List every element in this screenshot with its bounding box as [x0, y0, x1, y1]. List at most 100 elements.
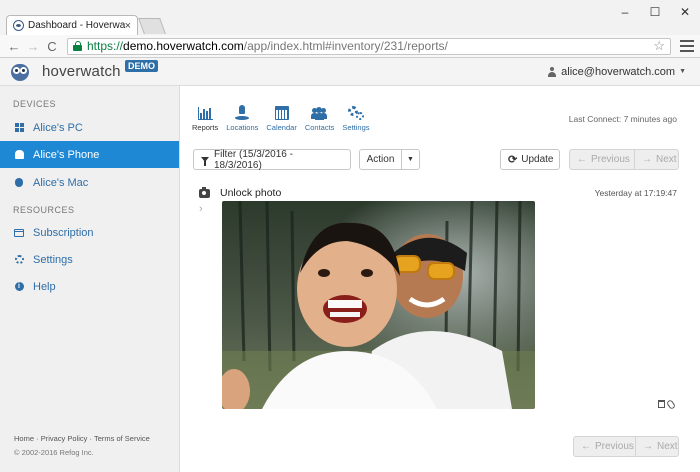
- action-dropdown[interactable]: Action ▼: [359, 149, 420, 170]
- feature-locations[interactable]: Locations: [226, 102, 258, 132]
- arrow-left-icon: ←: [581, 441, 591, 452]
- maximize-button[interactable]: ☐: [640, 3, 670, 21]
- calendar-icon: [272, 102, 292, 120]
- sidebar: DEVICES Alice's PC Alice's Phone Alice's…: [0, 86, 180, 472]
- filter-icon: [201, 157, 209, 166]
- demo-badge: DEMO: [125, 60, 158, 72]
- previous-button[interactable]: ← Previous: [569, 149, 635, 170]
- browser-menu-icon[interactable]: [680, 40, 694, 52]
- forward-button[interactable]: →: [25, 38, 41, 54]
- sidebar-item-label: Alice's Mac: [33, 176, 89, 189]
- chevron-down-icon[interactable]: ▼: [402, 150, 419, 169]
- sidebar-item-label: Alice's PC: [33, 121, 83, 134]
- next-label: Next: [657, 441, 678, 452]
- lock-icon: [73, 41, 82, 51]
- feature-settings[interactable]: Settings: [342, 102, 370, 132]
- sidebar-item-subscription[interactable]: Subscription: [0, 219, 179, 246]
- feature-toolbar: Reports Locations Calendar Contacts Sett…: [192, 102, 378, 132]
- chevron-down-icon: ▼: [679, 68, 686, 75]
- last-connect: Last Connect: 7 minutes ago: [568, 114, 677, 124]
- sidebar-item-label: Subscription: [33, 226, 94, 239]
- next-button[interactable]: → Next: [634, 149, 679, 170]
- location-icon: [232, 102, 252, 120]
- entry-title: Unlock photo: [220, 187, 282, 199]
- feature-label: Reports: [192, 123, 219, 132]
- close-window-button[interactable]: ✕: [670, 3, 700, 21]
- action-label: Action: [360, 150, 402, 169]
- arrow-right-icon: →: [642, 154, 652, 165]
- camera-icon: [199, 186, 210, 198]
- filter-label: Filter (15/3/2016 - 18/3/2016): [214, 148, 293, 171]
- update-button[interactable]: ⟳ Update: [500, 149, 560, 170]
- main-content: Reports Locations Calendar Contacts Sett…: [180, 86, 700, 472]
- info-icon: i: [14, 282, 24, 292]
- filter-button[interactable]: Filter (15/3/2016 - 18/3/2016): [193, 148, 351, 171]
- feature-label: Contacts: [304, 123, 335, 132]
- entry-header: Unlock photo Yesterday at 17:19:47: [199, 186, 677, 200]
- url-host: demo.hoverwatch.com: [123, 39, 244, 53]
- browser-tab[interactable]: Dashboard - Hoverwatch ×: [6, 15, 138, 35]
- sidebar-item-alices-phone[interactable]: Alice's Phone: [0, 141, 179, 168]
- brand-name[interactable]: hoverwatch: [42, 63, 121, 80]
- gear-icon: [14, 255, 24, 265]
- devices-heading: DEVICES: [13, 99, 57, 109]
- feature-label: Settings: [342, 123, 370, 132]
- sidebar-item-help[interactable]: i Help: [0, 273, 179, 300]
- windows-icon: [14, 123, 24, 133]
- sidebar-item-alices-mac[interactable]: Alice's Mac: [0, 169, 179, 196]
- settings-icon: [346, 102, 366, 120]
- tab-close-icon[interactable]: ×: [125, 20, 131, 32]
- bookmark-star-icon[interactable]: ☆: [653, 38, 665, 54]
- refresh-icon: ⟳: [508, 154, 518, 166]
- resources-heading: RESOURCES: [13, 205, 75, 215]
- owl-logo-icon: [10, 62, 30, 82]
- bottom-previous-button[interactable]: ← Previous: [573, 436, 636, 457]
- sidebar-footer: Home · Privacy Policy · Terms of Service…: [14, 434, 150, 457]
- footer-terms-link[interactable]: Terms of Service: [94, 434, 150, 443]
- entry-tools: [658, 399, 677, 410]
- window-controls: – ☐ ✕: [610, 3, 700, 21]
- back-button[interactable]: ←: [6, 38, 22, 54]
- feature-label: Calendar: [266, 123, 297, 132]
- sidebar-item-label: Alice's Phone: [33, 148, 100, 161]
- owl-favicon-icon: [13, 20, 24, 31]
- paperclip-icon[interactable]: [665, 399, 677, 410]
- bottom-next-button[interactable]: → Next: [635, 436, 679, 457]
- footer-home-link[interactable]: Home: [14, 434, 34, 443]
- previous-label: Previous: [591, 154, 630, 165]
- feature-calendar[interactable]: Calendar: [266, 102, 297, 132]
- feature-label: Locations: [226, 123, 259, 132]
- unlock-photo[interactable]: [222, 201, 535, 409]
- feature-contacts[interactable]: Contacts: [304, 102, 335, 132]
- sidebar-item-label: Settings: [33, 253, 73, 266]
- url-scheme: https://: [87, 39, 124, 53]
- update-label: Update: [521, 154, 554, 165]
- user-menu[interactable]: alice@hoverwatch.com ▼: [547, 66, 686, 78]
- expand-chevron-icon[interactable]: ›: [199, 203, 203, 215]
- url-path: /app/index.html#inventory/231/reports/: [243, 39, 448, 53]
- previous-label: Previous: [595, 441, 634, 452]
- sidebar-item-alices-pc[interactable]: Alice's PC: [0, 114, 179, 141]
- tab-title: Dashboard - Hoverwatch: [28, 20, 125, 31]
- trash-icon[interactable]: [658, 400, 665, 408]
- android-icon: [14, 150, 24, 160]
- card-icon: [14, 228, 24, 238]
- reload-button[interactable]: C: [44, 38, 60, 54]
- user-email: alice@hoverwatch.com: [561, 65, 676, 78]
- address-bar[interactable]: https:// demo.hoverwatch.com /app/index.…: [67, 37, 671, 55]
- browser-chrome: Dashboard - Hoverwatch × – ☐ ✕ ← → C htt…: [0, 0, 700, 58]
- minimize-button[interactable]: –: [610, 3, 640, 21]
- footer-separator: ·: [89, 434, 92, 443]
- app-header: hoverwatch DEMO alice@hoverwatch.com ▼: [0, 58, 700, 86]
- arrow-right-icon: →: [643, 441, 653, 452]
- footer-privacy-link[interactable]: Privacy Policy: [41, 434, 88, 443]
- sidebar-item-settings[interactable]: Settings: [0, 246, 179, 273]
- copyright: © 2002-2016 Refog Inc.: [14, 448, 94, 457]
- apple-icon: [14, 178, 24, 188]
- new-tab-button[interactable]: [138, 18, 166, 34]
- entry-timestamp: Yesterday at 17:19:47: [594, 188, 677, 198]
- sidebar-item-label: Help: [33, 280, 56, 293]
- browser-toolbar: ← → C https:// demo.hoverwatch.com /app/…: [0, 35, 700, 57]
- feature-reports[interactable]: Reports: [192, 102, 218, 132]
- user-icon: [547, 66, 557, 77]
